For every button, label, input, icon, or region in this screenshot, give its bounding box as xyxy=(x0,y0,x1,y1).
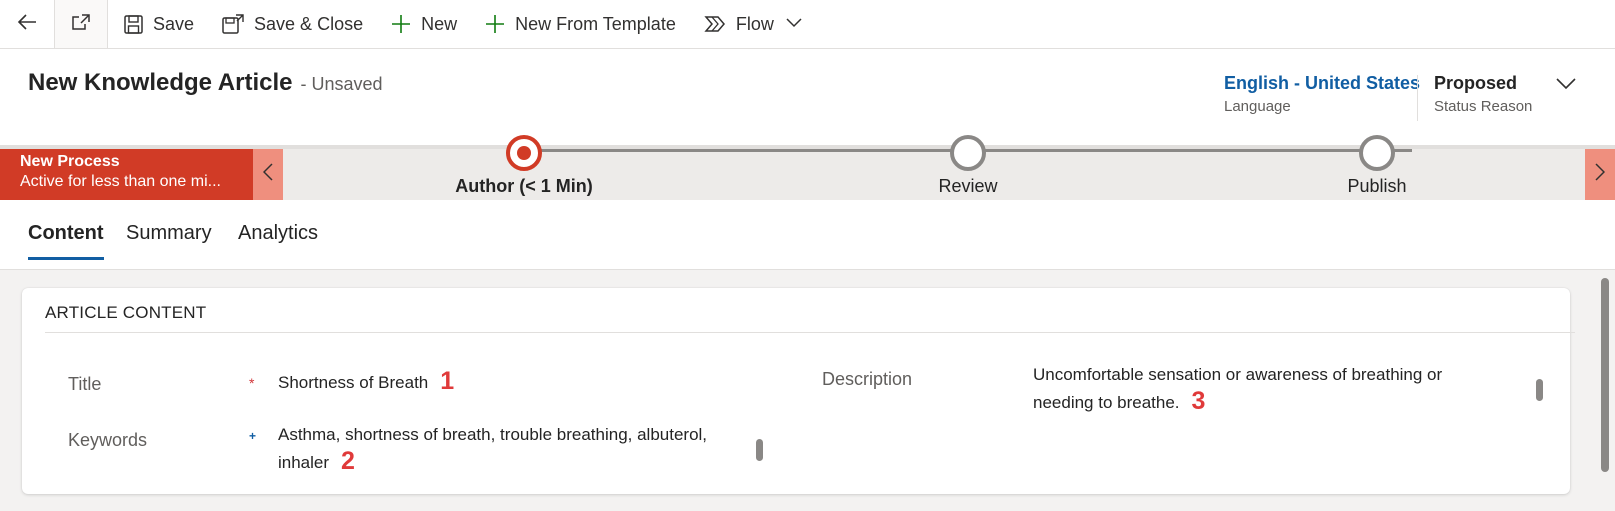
stage-label: Review xyxy=(938,176,998,196)
section-title: ARTICLE CONTENT xyxy=(45,303,207,322)
stage-indicator xyxy=(1359,135,1395,171)
header-expand-button[interactable] xyxy=(1556,77,1576,95)
title-label: Title xyxy=(68,374,102,394)
save-label: Save xyxy=(153,13,195,34)
stage-label: Publish xyxy=(1347,176,1407,196)
description-field[interactable]: Uncomfortable sensation or awareness of … xyxy=(1033,362,1513,416)
flow-icon xyxy=(704,15,726,33)
save-and-close-label: Save & Close xyxy=(254,13,364,34)
form-tabs: Content Summary Analytics xyxy=(0,200,1615,270)
language-field[interactable]: English - United States Language xyxy=(1224,73,1420,115)
language-value[interactable]: English - United States xyxy=(1224,73,1420,94)
tab-content[interactable]: Content xyxy=(28,222,104,260)
title-value: Shortness of Breath xyxy=(278,373,429,392)
keywords-label: Keywords xyxy=(68,430,148,450)
new-label: New xyxy=(421,13,458,34)
save-and-close-icon xyxy=(222,14,244,34)
keywords-scrollbar[interactable] xyxy=(756,439,763,461)
description-label: Description xyxy=(822,369,913,389)
back-arrow-icon xyxy=(17,13,37,36)
process-next-button[interactable] xyxy=(1585,149,1615,200)
unsaved-indicator: - Unsaved xyxy=(300,74,383,94)
chevron-down-icon xyxy=(786,15,802,33)
description-value-line-2: needing to breathe. xyxy=(1033,393,1180,412)
save-and-close-button[interactable]: Save & Close xyxy=(208,0,377,48)
tab-summary[interactable]: Summary xyxy=(126,222,212,257)
stage-author[interactable]: Author (< 1 Min) xyxy=(424,135,624,197)
process-active-panel[interactable]: New Process Active for less than one mi.… xyxy=(0,149,253,200)
back-button[interactable] xyxy=(0,0,54,48)
stage-label: Author (< 1 Min) xyxy=(455,176,593,196)
page-scrollbar[interactable] xyxy=(1601,278,1609,472)
keywords-field[interactable]: Asthma, shortness of breath, trouble bre… xyxy=(278,422,748,476)
process-previous-button[interactable] xyxy=(253,149,283,200)
process-active-duration: Active for less than one mi... xyxy=(20,173,221,190)
keywords-value-line-1: Asthma, shortness of breath, trouble bre… xyxy=(278,425,708,444)
annotation-marker-3: 3 xyxy=(1191,387,1206,415)
language-label: Language xyxy=(1224,98,1291,115)
save-button[interactable]: Save xyxy=(108,0,208,48)
chevron-left-icon xyxy=(262,163,273,186)
popout-icon xyxy=(71,13,91,36)
keywords-value-line-2: inhaler xyxy=(278,453,330,472)
recommended-indicator: + xyxy=(249,429,257,443)
new-button[interactable]: New xyxy=(377,0,471,48)
title-field[interactable]: Shortness of Breath 1 xyxy=(278,368,454,396)
process-name: New Process xyxy=(20,153,120,170)
description-scrollbar[interactable] xyxy=(1536,379,1543,401)
stage-active-indicator xyxy=(506,135,542,171)
article-content-section: ARTICLE CONTENT Title * Shortness of Bre… xyxy=(22,288,1575,494)
required-indicator: * xyxy=(249,375,255,391)
section-divider xyxy=(45,332,1575,333)
status-reason-value: Proposed xyxy=(1434,73,1518,93)
flow-button[interactable]: Flow xyxy=(690,0,778,48)
business-process-flow: New Process Active for less than one mi.… xyxy=(0,135,1615,200)
form-header: New Knowledge Article - Unsaved English … xyxy=(0,49,1615,145)
stage-indicator xyxy=(950,135,986,171)
description-value-line-1: Uncomfortable sensation or awareness of … xyxy=(1033,365,1443,384)
tab-analytics[interactable]: Analytics xyxy=(238,222,318,257)
stage-review[interactable]: Review xyxy=(868,135,1068,197)
stage-publish[interactable]: Publish xyxy=(1277,135,1477,197)
chevron-right-icon xyxy=(1595,163,1606,186)
page-title: New Knowledge Article xyxy=(28,69,293,96)
annotation-marker-1: 1 xyxy=(440,367,455,395)
plus-icon xyxy=(391,14,411,34)
open-in-new-window-button[interactable] xyxy=(54,0,108,48)
new-from-template-label: New From Template xyxy=(515,13,676,34)
flow-dropdown-button[interactable] xyxy=(778,0,810,48)
command-bar: Save Save & Close New New From Template … xyxy=(0,0,1615,49)
status-reason-label: Status Reason xyxy=(1434,98,1533,115)
record-title-area: New Knowledge Article - Unsaved xyxy=(28,69,383,97)
header-divider xyxy=(1417,75,1418,121)
save-icon xyxy=(124,14,143,34)
new-from-template-button[interactable]: New From Template xyxy=(471,0,690,48)
flow-label: Flow xyxy=(735,13,774,34)
chevron-down-icon xyxy=(1556,77,1576,94)
status-reason-field: Proposed Status Reason xyxy=(1434,73,1532,115)
annotation-marker-2: 2 xyxy=(341,447,355,475)
plus-icon xyxy=(485,14,505,34)
